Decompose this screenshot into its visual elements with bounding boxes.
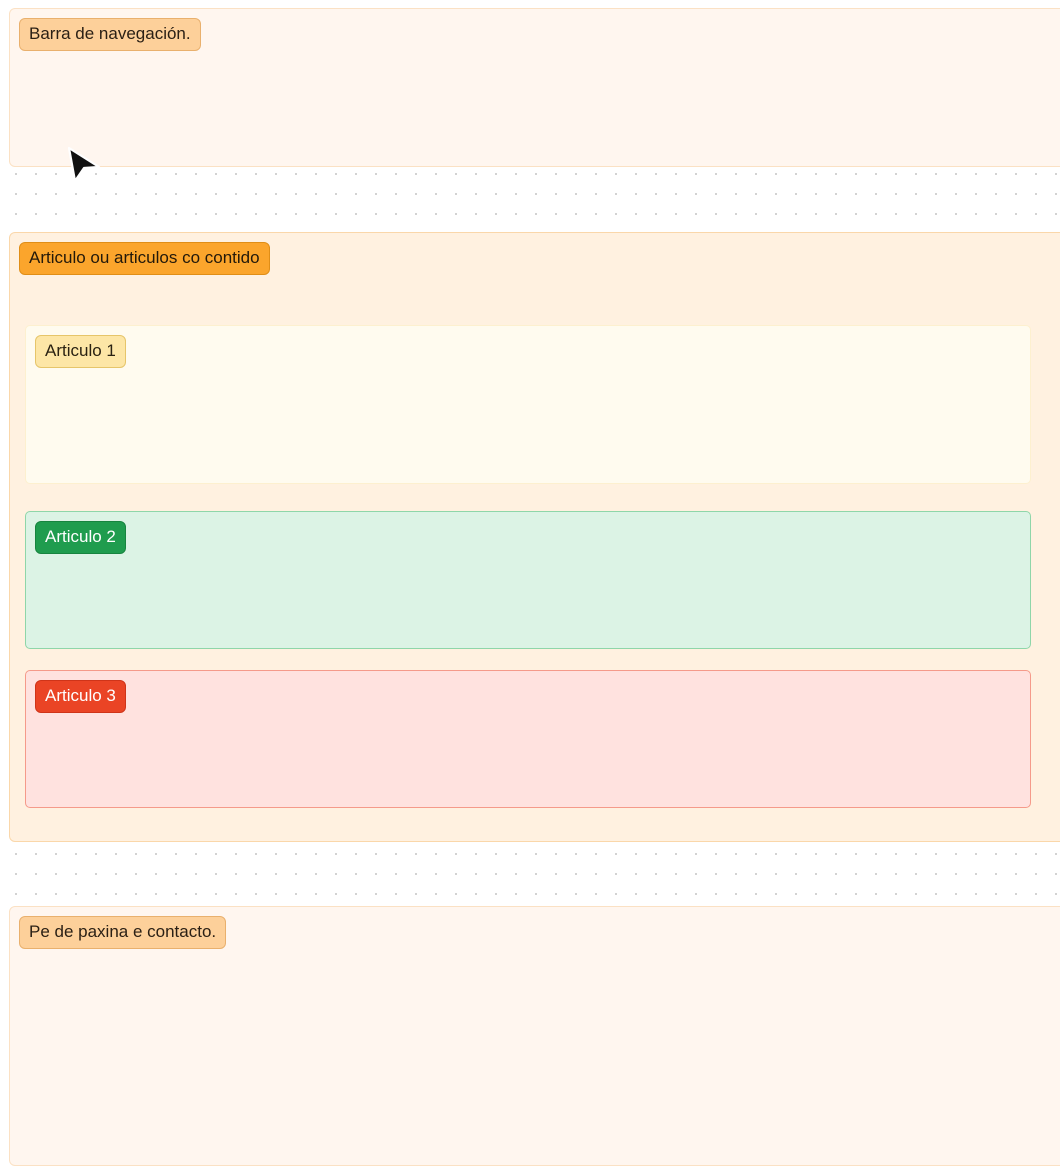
navigation-bar-frame[interactable]: Barra de navegación. <box>9 8 1060 167</box>
footer-contact-frame[interactable]: Pe de paxina e contacto. <box>9 906 1060 1166</box>
articles-frame-label[interactable]: Articulo ou articulos co contido <box>19 242 270 275</box>
footer-contact-label[interactable]: Pe de paxina e contacto. <box>19 916 227 949</box>
article-2-frame[interactable]: Articulo 2 <box>25 511 1031 649</box>
mouse-pointer-icon <box>67 146 101 183</box>
article-1-label[interactable]: Articulo 1 <box>35 335 126 368</box>
navigation-bar-label[interactable]: Barra de navegación. <box>19 18 201 51</box>
article-3-label[interactable]: Articulo 3 <box>35 680 126 713</box>
articles-frame[interactable]: Articulo ou articulos co contido Articul… <box>9 232 1060 842</box>
article-2-label[interactable]: Articulo 2 <box>35 521 126 554</box>
article-3-frame[interactable]: Articulo 3 <box>25 670 1031 808</box>
article-1-frame[interactable]: Articulo 1 <box>25 325 1031 484</box>
